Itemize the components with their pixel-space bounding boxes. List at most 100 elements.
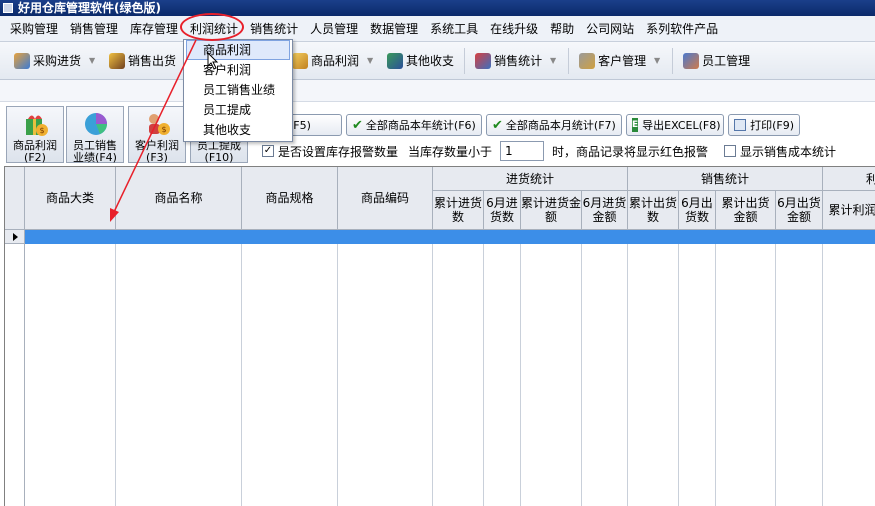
col-header-purchase-total-qty[interactable]: 累计进货数 bbox=[433, 191, 484, 230]
toolbar-separator bbox=[672, 47, 674, 74]
threshold-suffix: 时，商品记录将显示红色报警 bbox=[552, 144, 709, 159]
table-row[interactable] bbox=[25, 230, 875, 244]
big-button-shortcut: (F2) bbox=[24, 151, 46, 164]
export-excel-label: 导出EXCEL(F8) bbox=[642, 119, 721, 132]
customer-profit-big-button[interactable]: $ 客户利润 (F3) bbox=[128, 106, 186, 164]
grid-line bbox=[241, 244, 242, 506]
menu-help[interactable]: 帮助 bbox=[544, 16, 580, 42]
print-label: 打印(F9) bbox=[750, 119, 794, 132]
sales-out-button-label: 销售出货 bbox=[128, 54, 177, 68]
col-header-sales-total-amount[interactable]: 累计出货金额 bbox=[716, 191, 776, 230]
employee-button[interactable]: 员工管理 bbox=[677, 47, 756, 75]
current-row-arrow-icon bbox=[13, 233, 18, 241]
col-header-name[interactable]: 商品名称 bbox=[116, 167, 242, 230]
customer-button-label: 客户管理 bbox=[598, 54, 647, 68]
other-income-icon bbox=[387, 52, 404, 69]
menu-purchase[interactable]: 采购管理 bbox=[4, 16, 64, 42]
print-button[interactable]: 打印(F9) bbox=[728, 114, 800, 136]
employee-button-label: 员工管理 bbox=[702, 54, 751, 68]
grid-line bbox=[775, 244, 776, 506]
col-header-profit-total[interactable]: 累计利润 bbox=[823, 191, 875, 230]
customer-button[interactable]: 客户管理 bbox=[573, 47, 652, 75]
year-stats-label: 全部商品本年统计(F6) bbox=[365, 119, 476, 132]
menu-data[interactable]: 数据管理 bbox=[364, 16, 424, 42]
menu-products[interactable]: 系列软件产品 bbox=[640, 16, 724, 42]
purchase-button-label: 采购进货 bbox=[33, 54, 82, 68]
profit-button[interactable]: 商品利润 bbox=[286, 47, 365, 75]
purchase-button[interactable]: 采购进货 bbox=[8, 47, 87, 75]
profit-button-label: 商品利润 bbox=[311, 54, 360, 68]
app-icon bbox=[3, 3, 13, 13]
purchase-icon bbox=[14, 52, 30, 69]
sales-out-icon bbox=[109, 52, 126, 69]
grid-line bbox=[678, 244, 679, 506]
toolbar-separator bbox=[568, 47, 570, 74]
employee-sales-big-button[interactable]: 员工销售 业绩(F4) bbox=[66, 106, 124, 164]
month-stats-label: 全部商品本月统计(F7) bbox=[505, 119, 616, 132]
employee-icon bbox=[683, 52, 700, 69]
big-button-shortcut: (F10) bbox=[204, 151, 234, 164]
pie-chart-icon bbox=[85, 113, 107, 135]
gift-money-icon: $ bbox=[26, 115, 48, 136]
customer-money-icon: $ bbox=[149, 114, 170, 135]
grid-line bbox=[715, 244, 716, 506]
menu-option-other-income[interactable]: 其他收支 bbox=[184, 120, 292, 140]
group-header-purchase: 进货统计 bbox=[433, 167, 628, 191]
col-header-purchase-total-amount[interactable]: 累计进货金额 bbox=[521, 191, 582, 230]
menu-sales-stats[interactable]: 销售统计 bbox=[244, 16, 304, 42]
menu-upgrade[interactable]: 在线升级 bbox=[484, 16, 544, 42]
export-excel-button[interactable]: E 导出EXCEL(F8) bbox=[626, 114, 724, 136]
check-icon: ✔ bbox=[492, 117, 503, 133]
highlight-ellipse bbox=[180, 13, 244, 41]
col-header-sales-total-qty[interactable]: 累计出货数 bbox=[628, 191, 679, 230]
product-profit-big-button[interactable]: $ 商品利润 (F2) bbox=[6, 106, 64, 164]
threshold-input[interactable]: 1 bbox=[500, 141, 545, 161]
grid-line bbox=[822, 244, 823, 506]
other-income-button[interactable]: 其他收支 bbox=[381, 47, 460, 75]
show-cost-checkbox[interactable] bbox=[724, 145, 737, 157]
col-header-code[interactable]: 商品编码 bbox=[338, 167, 433, 230]
month-stats-button[interactable]: ✔ 全部商品本月统计(F7) bbox=[486, 114, 622, 136]
svg-text:$: $ bbox=[40, 126, 45, 135]
svg-text:$: $ bbox=[162, 125, 167, 134]
row-indicator[interactable] bbox=[5, 230, 25, 244]
sales-stats-dropdown-arrow[interactable]: ▼ bbox=[548, 47, 558, 75]
window-title: 好用仓库管理软件(绿色版) bbox=[18, 1, 161, 15]
row-indicator-column bbox=[5, 244, 25, 506]
sales-stats-button-label: 销售统计 bbox=[494, 54, 543, 68]
col-header-purchase-month-qty[interactable]: 6月进货数 bbox=[484, 191, 521, 230]
printer-icon bbox=[734, 119, 747, 131]
col-header-category[interactable]: 商品大类 bbox=[25, 167, 116, 230]
menu-website[interactable]: 公司网站 bbox=[580, 16, 640, 42]
purchase-dropdown-arrow[interactable]: ▼ bbox=[87, 47, 97, 75]
col-header-purchase-month-amount[interactable]: 6月进货金额 bbox=[582, 191, 628, 230]
sales-stats-button[interactable]: 销售统计 bbox=[469, 47, 548, 75]
menu-option-employee-sales[interactable]: 员工销售业绩 bbox=[184, 80, 292, 100]
menu-staff[interactable]: 人员管理 bbox=[304, 16, 364, 42]
profit-stats-dropdown-menu: 商品利润 客户利润 员工销售业绩 员工提成 其他收支 bbox=[183, 39, 293, 142]
col-header-spec[interactable]: 商品规格 bbox=[242, 167, 338, 230]
mouse-cursor-icon bbox=[207, 52, 219, 70]
sales-out-button[interactable]: 销售出货 bbox=[103, 47, 182, 75]
menu-tools[interactable]: 系统工具 bbox=[424, 16, 484, 42]
col-header-sales-month-amount[interactable]: 6月出货金额 bbox=[776, 191, 823, 230]
year-stats-button[interactable]: ✔ 全部商品本年统计(F6) bbox=[346, 114, 482, 136]
grid-line bbox=[432, 244, 433, 506]
menu-option-customer-profit[interactable]: 客户利润 bbox=[184, 60, 292, 80]
grid-corner bbox=[5, 167, 25, 230]
main-toolbar: 采购进货 ▼ 销售出货 商品利润 ▼ 其他收支 销售统计 ▼ 客户管理 ▼ 员工… bbox=[0, 42, 875, 80]
menu-option-product-profit[interactable]: 商品利润 bbox=[186, 40, 290, 60]
excel-icon: E bbox=[632, 118, 639, 132]
stock-alarm-checkbox[interactable]: ✓ bbox=[262, 145, 274, 157]
customer-dropdown-arrow[interactable]: ▼ bbox=[652, 47, 662, 75]
col-header-sales-month-qty[interactable]: 6月出货数 bbox=[679, 191, 716, 230]
menu-inventory[interactable]: 库存管理 bbox=[124, 16, 184, 42]
menu-sales[interactable]: 销售管理 bbox=[64, 16, 124, 42]
profit-icon bbox=[292, 52, 309, 69]
group-header-profit: 利 bbox=[823, 167, 875, 191]
big-button-shortcut: (F3) bbox=[146, 151, 168, 164]
toolbar-strip bbox=[0, 80, 875, 102]
profit-dropdown-arrow[interactable]: ▼ bbox=[365, 47, 375, 75]
menu-option-employee-commission[interactable]: 员工提成 bbox=[184, 100, 292, 120]
check-icon: ✔ bbox=[352, 117, 363, 133]
